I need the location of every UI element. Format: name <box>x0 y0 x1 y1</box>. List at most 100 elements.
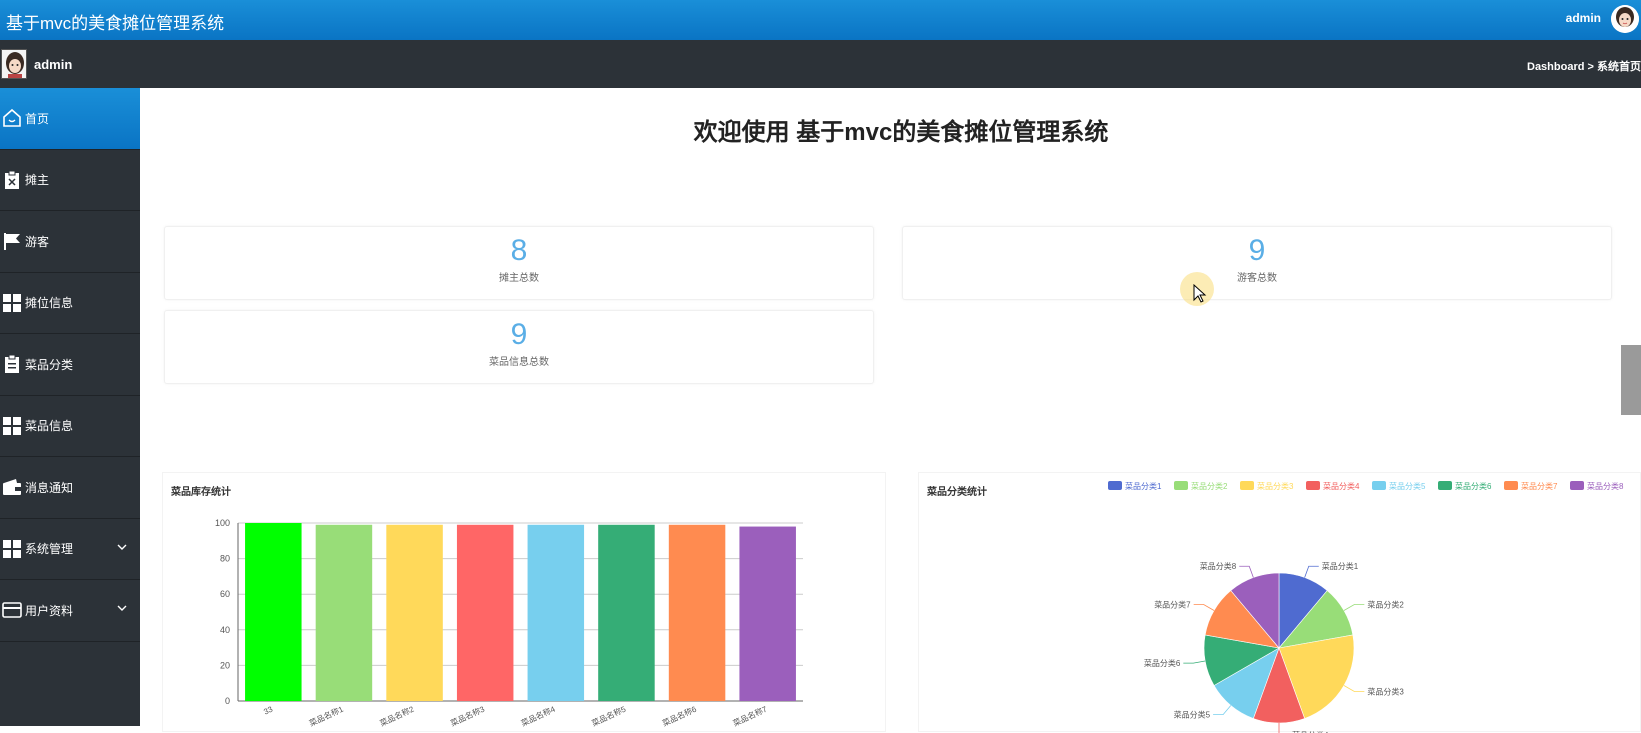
pie-label: 菜品分类7 <box>1154 600 1191 610</box>
user-avatar-icon <box>2 50 26 78</box>
pie-chart: 菜品分类1 菜品分类2 菜品分类3 菜品分类4 菜品分类5 菜品分类6 菜品分类7 菜品分类8… <box>1108 481 1624 733</box>
legend-swatch <box>1306 481 1320 490</box>
sidebar-item-label: 摊主 <box>25 173 50 188</box>
x-tick-label: 菜品名称3 <box>449 704 487 729</box>
legend-label: 菜品分类6 <box>1455 481 1492 491</box>
breadcrumb[interactable]: Dashboard > 系统首页 <box>1527 58 1641 74</box>
sidebar-item-label: 菜品分类 <box>25 357 74 372</box>
grid-icon <box>2 293 22 313</box>
sidebar-item-label: 摊位信息 <box>25 296 74 311</box>
sidebar-item-label: 游客 <box>25 234 50 249</box>
legend-label: 菜品分类4 <box>1323 481 1360 491</box>
scrollbar[interactable] <box>1621 345 1641 415</box>
y-tick-label: 20 <box>220 660 230 670</box>
x-tick-label: 菜品名称4 <box>519 704 557 729</box>
user-avatar-icon <box>1611 5 1639 33</box>
legend-swatch <box>1372 481 1386 490</box>
stat-card-vendors: 8 摊主总数 <box>164 226 874 300</box>
legend-swatch <box>1570 481 1584 490</box>
bar <box>456 524 514 701</box>
home-icon <box>2 108 22 128</box>
sub-header: admin Dashboard > 系统首页 <box>0 40 1641 88</box>
bar-chart: 0 20 40 60 80 100 33 菜品名称1 菜品名称2 菜品名称3 菜品名称4 菜品名称5 菜… <box>215 518 803 729</box>
x-tick-label: 菜品名称5 <box>590 704 628 729</box>
sidebar-item-label: 菜品信息 <box>25 419 74 434</box>
x-tick-label: 33 <box>262 704 274 716</box>
top-bar: 基于mvc的美食摊位管理系统 admin <box>0 0 1641 40</box>
sidebar-item-dish-category[interactable]: 菜品分类 <box>0 334 140 396</box>
y-tick-label: 0 <box>225 696 230 706</box>
sidebar-avatar <box>1 49 27 79</box>
pie-label-line <box>1213 705 1232 716</box>
sidebar: 首页 摊主 游客 摊位信息 菜品分类 菜品信息 消息通知 系统管理 用户资料 <box>0 88 140 726</box>
x-tick-label: 菜品名称2 <box>378 704 416 729</box>
sidebar-item-profile[interactable]: 用户资料 <box>0 580 140 642</box>
bar <box>386 524 443 701</box>
pie-label-line <box>1183 660 1206 664</box>
avatar[interactable] <box>1611 5 1639 33</box>
pie-label: 菜品分类3 <box>1367 687 1404 697</box>
sidebar-item-notifications[interactable]: 消息通知 <box>0 457 140 519</box>
sidebar-item-label: 首页 <box>25 111 50 126</box>
sidebar-item-system[interactable]: 系统管理 <box>0 519 140 580</box>
mouse-cursor-icon <box>1193 284 1207 303</box>
bar <box>739 526 796 701</box>
stat-card-dishes: 9 菜品信息总数 <box>164 310 874 384</box>
sidebar-item-stall-info[interactable]: 摊位信息 <box>0 273 140 334</box>
pie-label-line <box>1343 685 1365 692</box>
stat-label: 摊主总数 <box>499 273 539 284</box>
sidebar-item-dish-info[interactable]: 菜品信息 <box>0 396 140 457</box>
y-tick-label: 40 <box>220 625 230 635</box>
sidebar-item-label: 消息通知 <box>25 480 74 495</box>
category-chart-panel: 菜品分类统计 菜品分类1 菜品分类2 菜品分类3 菜品分类4 菜品分类5 菜品分类6 菜品分… <box>918 472 1641 733</box>
wallet-icon <box>2 477 22 497</box>
pie-label-line <box>1193 604 1215 611</box>
pie-label: 菜品分类1 <box>1322 561 1359 571</box>
y-tick-label: 80 <box>220 554 230 564</box>
pie-label: 菜品分类6 <box>1144 658 1181 668</box>
legend-label: 菜品分类5 <box>1389 481 1426 491</box>
stat-value: 9 <box>1248 234 1266 267</box>
legend-label: 菜品分类3 <box>1257 481 1294 491</box>
app-title: 基于mvc的美食摊位管理系统 <box>6 14 225 33</box>
stat-value: 9 <box>510 318 528 351</box>
legend-swatch <box>1174 481 1188 490</box>
pie-label: 菜品分类5 <box>1174 710 1211 720</box>
stat-label: 游客总数 <box>1237 273 1277 284</box>
clipboard-x-icon <box>2 170 22 190</box>
stat-value: 8 <box>510 234 528 267</box>
bar <box>527 524 585 701</box>
x-tick-label: 菜品名称1 <box>308 704 346 729</box>
y-tick-label: 60 <box>220 589 230 599</box>
legend-label: 菜品分类2 <box>1191 481 1228 491</box>
x-tick-label: 菜品名称7 <box>731 704 769 729</box>
top-username[interactable]: admin <box>1566 11 1601 25</box>
sidebar-item-label: 系统管理 <box>25 542 74 557</box>
y-tick-label: 100 <box>215 518 230 528</box>
grid-icon <box>2 416 22 436</box>
pie-label-line <box>1239 565 1254 578</box>
chevron-down-icon <box>116 541 128 556</box>
legend-swatch <box>1108 481 1122 490</box>
stat-label: 菜品信息总数 <box>489 357 549 368</box>
bar <box>315 524 373 701</box>
legend-swatch <box>1240 481 1254 490</box>
pie-label-line <box>1278 723 1280 733</box>
pie-label-line <box>1343 604 1365 611</box>
legend-label: 菜品分类7 <box>1521 481 1558 491</box>
sidebar-item-vendor[interactable]: 摊主 <box>0 150 140 211</box>
page-title: 欢迎使用 基于mvc的美食摊位管理系统 <box>693 119 1109 146</box>
sidebar-item-home[interactable]: 首页 <box>0 88 140 150</box>
bar <box>598 524 655 701</box>
chevron-down-icon <box>116 602 128 617</box>
legend-swatch <box>1504 481 1518 490</box>
stat-card-visitors: 9 游客总数 <box>902 226 1612 300</box>
sidebar-username: admin <box>34 57 73 72</box>
main-content: 欢迎使用 基于mvc的美食摊位管理系统 8 摊主总数 9 游客总数 9 菜品信息… <box>140 88 1641 733</box>
pie-label: 菜品分类8 <box>1200 561 1237 571</box>
sidebar-item-visitor[interactable]: 游客 <box>0 211 140 273</box>
x-tick-label: 菜品名称6 <box>661 704 699 729</box>
sidebar-item-label: 用户资料 <box>25 603 74 618</box>
card-icon <box>2 600 22 620</box>
legend-label: 菜品分类1 <box>1125 481 1162 491</box>
